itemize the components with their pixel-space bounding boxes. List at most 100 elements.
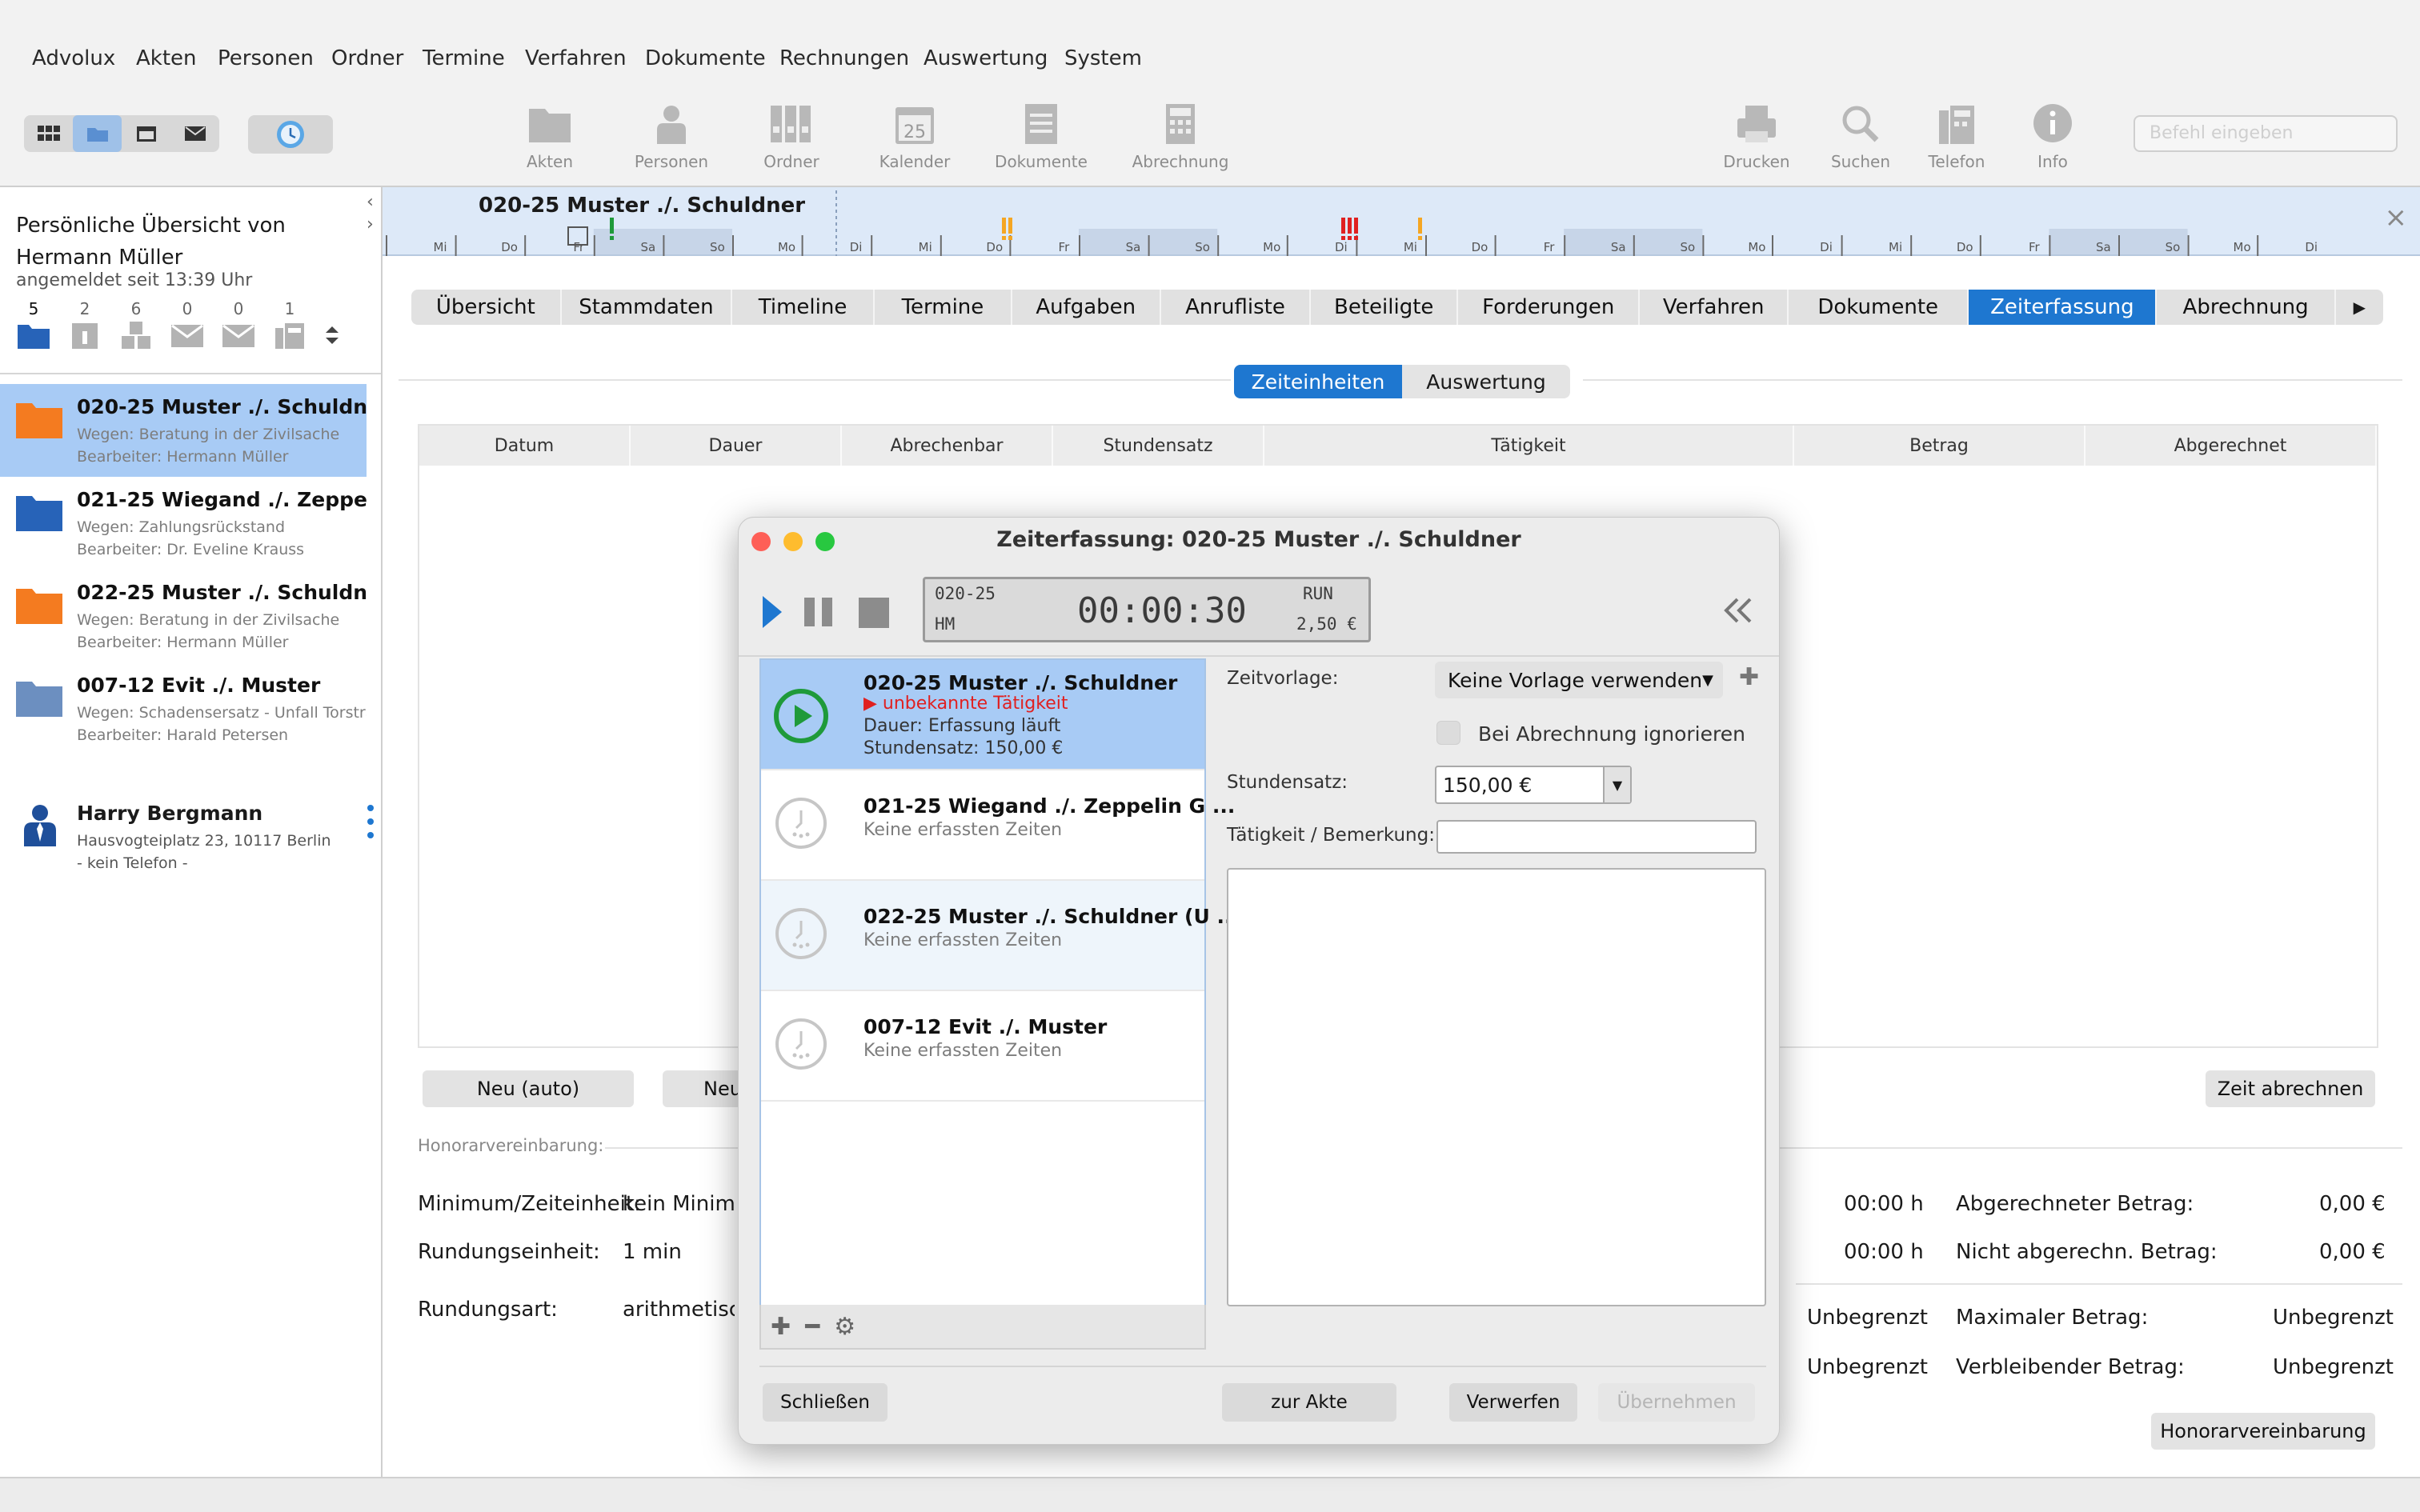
counter-mail-out[interactable]: 0 bbox=[218, 299, 259, 354]
counter-tasks[interactable]: 6 bbox=[115, 299, 157, 354]
mail-view-icon[interactable] bbox=[170, 115, 219, 152]
menu-advolux[interactable]: Advolux bbox=[32, 46, 115, 70]
toolbar-kalender-button[interactable]: 25 Kalender bbox=[855, 102, 975, 171]
tab-zeiterfassung[interactable]: Zeiterfassung bbox=[1969, 290, 2158, 325]
timeline-strip[interactable]: Mi Do Fr Sa So Mo Di Mi Do Fr Sa So Mo Di Mi Do Fr Sa So Mo… bbox=[383, 187, 2383, 256]
list-item[interactable]: 021-25 Wiegand ./. Zeppelin G ... Keine … bbox=[761, 770, 1235, 881]
notes-textarea[interactable] bbox=[1227, 868, 1766, 1306]
case-item[interactable]: 022-25 Muster ./. Schuldner (U Wegen: Be… bbox=[0, 570, 367, 662]
tab-timeline[interactable]: Timeline bbox=[732, 290, 875, 325]
timeline-event-orange[interactable] bbox=[1002, 218, 1012, 240]
col-abrechenbar[interactable]: Abrechenbar bbox=[842, 426, 1053, 466]
apply-button[interactable]: Übernehmen bbox=[1598, 1383, 1755, 1422]
col-stundensatz[interactable]: Stundensatz bbox=[1053, 426, 1264, 466]
chevron-down-icon[interactable]: ▼ bbox=[1603, 767, 1630, 802]
collapse-right-icon[interactable]: › bbox=[367, 214, 374, 234]
case-item[interactable]: 007-12 Evit ./. Muster Wegen: Schadenser… bbox=[0, 662, 367, 755]
tab-aufgaben[interactable]: Aufgaben bbox=[1012, 290, 1161, 325]
grid-view-icon[interactable] bbox=[24, 115, 73, 152]
tab-stammdaten[interactable]: Stammdaten bbox=[562, 290, 733, 325]
command-input[interactable]: Befehl eingeben bbox=[2134, 115, 2398, 152]
list-item[interactable]: 020-25 Muster ./. Schuldner ▶ unbekannte… bbox=[761, 660, 1204, 770]
col-dauer[interactable]: Dauer bbox=[631, 426, 842, 466]
calendar-view-icon[interactable] bbox=[122, 115, 170, 152]
rate-combobox[interactable]: 150,00 € ▼ bbox=[1435, 766, 1632, 804]
tab-dokumente[interactable]: Dokumente bbox=[1789, 290, 1969, 325]
toolbar-drucken-button[interactable]: Drucken bbox=[1697, 102, 1817, 171]
menu-rechnungen[interactable]: Rechnungen bbox=[779, 46, 909, 70]
entry-list[interactable]: 020-25 Muster ./. Schuldner ▶ unbekannte… bbox=[759, 658, 1240, 1306]
tab-uebersicht[interactable]: Übersicht bbox=[411, 290, 562, 325]
login-time: angemeldet seit 13:39 Uhr bbox=[16, 270, 253, 290]
counter-fax[interactable]: 1 bbox=[269, 299, 311, 354]
close-icon[interactable]: × bbox=[2385, 202, 2408, 234]
toolbar-ordner-button[interactable]: Ordner bbox=[731, 102, 851, 171]
fee-agreement-button[interactable]: Honorarvereinbarung bbox=[2151, 1413, 2375, 1450]
col-betrag[interactable]: Betrag bbox=[1794, 426, 2085, 466]
col-datum[interactable]: Datum bbox=[419, 426, 631, 466]
menu-personen[interactable]: Personen bbox=[218, 46, 314, 70]
close-button[interactable]: Schließen bbox=[763, 1383, 887, 1422]
to-case-button[interactable]: zur Akte bbox=[1222, 1383, 1396, 1422]
menu-system[interactable]: System bbox=[1064, 46, 1142, 70]
subtab-auswertung[interactable]: Auswertung bbox=[1402, 365, 1570, 398]
tab-termine[interactable]: Termine bbox=[875, 290, 1012, 325]
col-abgerechnet[interactable]: Abgerechnet bbox=[2085, 426, 2377, 466]
tab-verfahren[interactable]: Verfahren bbox=[1640, 290, 1789, 325]
case-timeline[interactable]: 020-25 Muster ./. Schuldner Mi Do Fr Sa So Mo… bbox=[383, 187, 2420, 256]
add-template-icon[interactable]: ✚ bbox=[1739, 663, 1759, 691]
menu-akten[interactable]: Akten bbox=[136, 46, 197, 70]
discard-button[interactable]: Verwerfen bbox=[1449, 1383, 1577, 1422]
collapse-left-icon[interactable]: ‹ bbox=[367, 192, 374, 212]
toolbar-akten-button[interactable]: Akten bbox=[490, 102, 610, 171]
tabs-more-arrow-icon[interactable]: ▶ bbox=[2336, 290, 2383, 325]
menu-dokumente[interactable]: Dokumente bbox=[645, 46, 766, 70]
timeline-day-label: Sa bbox=[640, 240, 655, 254]
counters-scroll[interactable] bbox=[320, 299, 344, 354]
stop-icon[interactable] bbox=[859, 598, 891, 630]
play-icon[interactable] bbox=[763, 596, 782, 628]
view-switcher[interactable] bbox=[24, 115, 219, 152]
pause-icon[interactable] bbox=[803, 596, 835, 628]
timeline-event-red[interactable] bbox=[1341, 218, 1358, 240]
case-item[interactable]: 020-25 Muster ./. Schuldner Wegen: Berat… bbox=[0, 384, 367, 477]
more-vertical-icon[interactable] bbox=[367, 803, 375, 840]
folder-view-icon[interactable] bbox=[73, 115, 122, 152]
counter-mail-in[interactable]: 0 bbox=[166, 299, 208, 354]
collapse-double-chevron-icon[interactable] bbox=[1723, 596, 1755, 625]
tab-forderungen[interactable]: Forderungen bbox=[1458, 290, 1641, 325]
col-taetigkeit[interactable]: Tätigkeit bbox=[1264, 426, 1794, 466]
bill-time-button[interactable]: Zeit abrechnen bbox=[2206, 1070, 2375, 1107]
gear-icon[interactable]: ⚙ bbox=[834, 1313, 855, 1341]
timeline-day-label: Mo bbox=[1748, 240, 1765, 254]
menu-ordner[interactable]: Ordner bbox=[331, 46, 403, 70]
tab-abrechnung[interactable]: Abrechnung bbox=[2157, 290, 2336, 325]
timeline-event-green[interactable] bbox=[610, 218, 614, 240]
counter-appointments[interactable]: 2 bbox=[64, 299, 106, 354]
time-tracking-button[interactable] bbox=[248, 115, 333, 154]
list-item[interactable]: 022-25 Muster ./. Schuldner (U ... Keine… bbox=[761, 881, 1240, 991]
add-icon[interactable]: ✚ bbox=[771, 1313, 791, 1341]
remaining-amount-value: Unbegrenzt bbox=[2273, 1355, 2394, 1379]
menu-verfahren[interactable]: Verfahren bbox=[525, 46, 627, 70]
remove-icon[interactable]: ━ bbox=[805, 1313, 819, 1341]
ignore-billing-checkbox[interactable] bbox=[1436, 721, 1460, 745]
toolbar-info-button[interactable]: Info bbox=[1993, 102, 2113, 171]
menu-termine[interactable]: Termine bbox=[423, 46, 505, 70]
template-select[interactable]: Keine Vorlage verwenden ▼ bbox=[1435, 662, 1723, 698]
menu-auswertung[interactable]: Auswertung bbox=[924, 46, 1048, 70]
subtab-zeiteinheiten[interactable]: Zeiteinheiten bbox=[1234, 365, 1402, 398]
play-circle-icon[interactable] bbox=[772, 687, 830, 745]
tab-beteiligte[interactable]: Beteiligte bbox=[1311, 290, 1459, 325]
list-item[interactable]: 007-12 Evit ./. Muster Keine erfassten Z… bbox=[761, 991, 1204, 1102]
new-auto-button[interactable]: Neu (auto) bbox=[423, 1070, 634, 1107]
tab-anrufliste[interactable]: Anrufliste bbox=[1161, 290, 1312, 325]
contact-card[interactable]: Harry Bergmann Hausvogteiplatz 23, 10117… bbox=[0, 792, 381, 880]
case-item[interactable]: 021-25 Wiegand ./. Zeppelin G Wegen: Zah… bbox=[0, 477, 367, 570]
toolbar-abrechnung-button[interactable]: Abrechnung bbox=[1120, 102, 1240, 171]
toolbar-dokumente-button[interactable]: Dokumente bbox=[981, 102, 1101, 171]
activity-input[interactable] bbox=[1436, 820, 1757, 854]
toolbar-personen-button[interactable]: Personen bbox=[611, 102, 731, 171]
timeline-event-orange[interactable] bbox=[1418, 218, 1422, 240]
counter-cases[interactable]: 5 bbox=[13, 299, 54, 354]
